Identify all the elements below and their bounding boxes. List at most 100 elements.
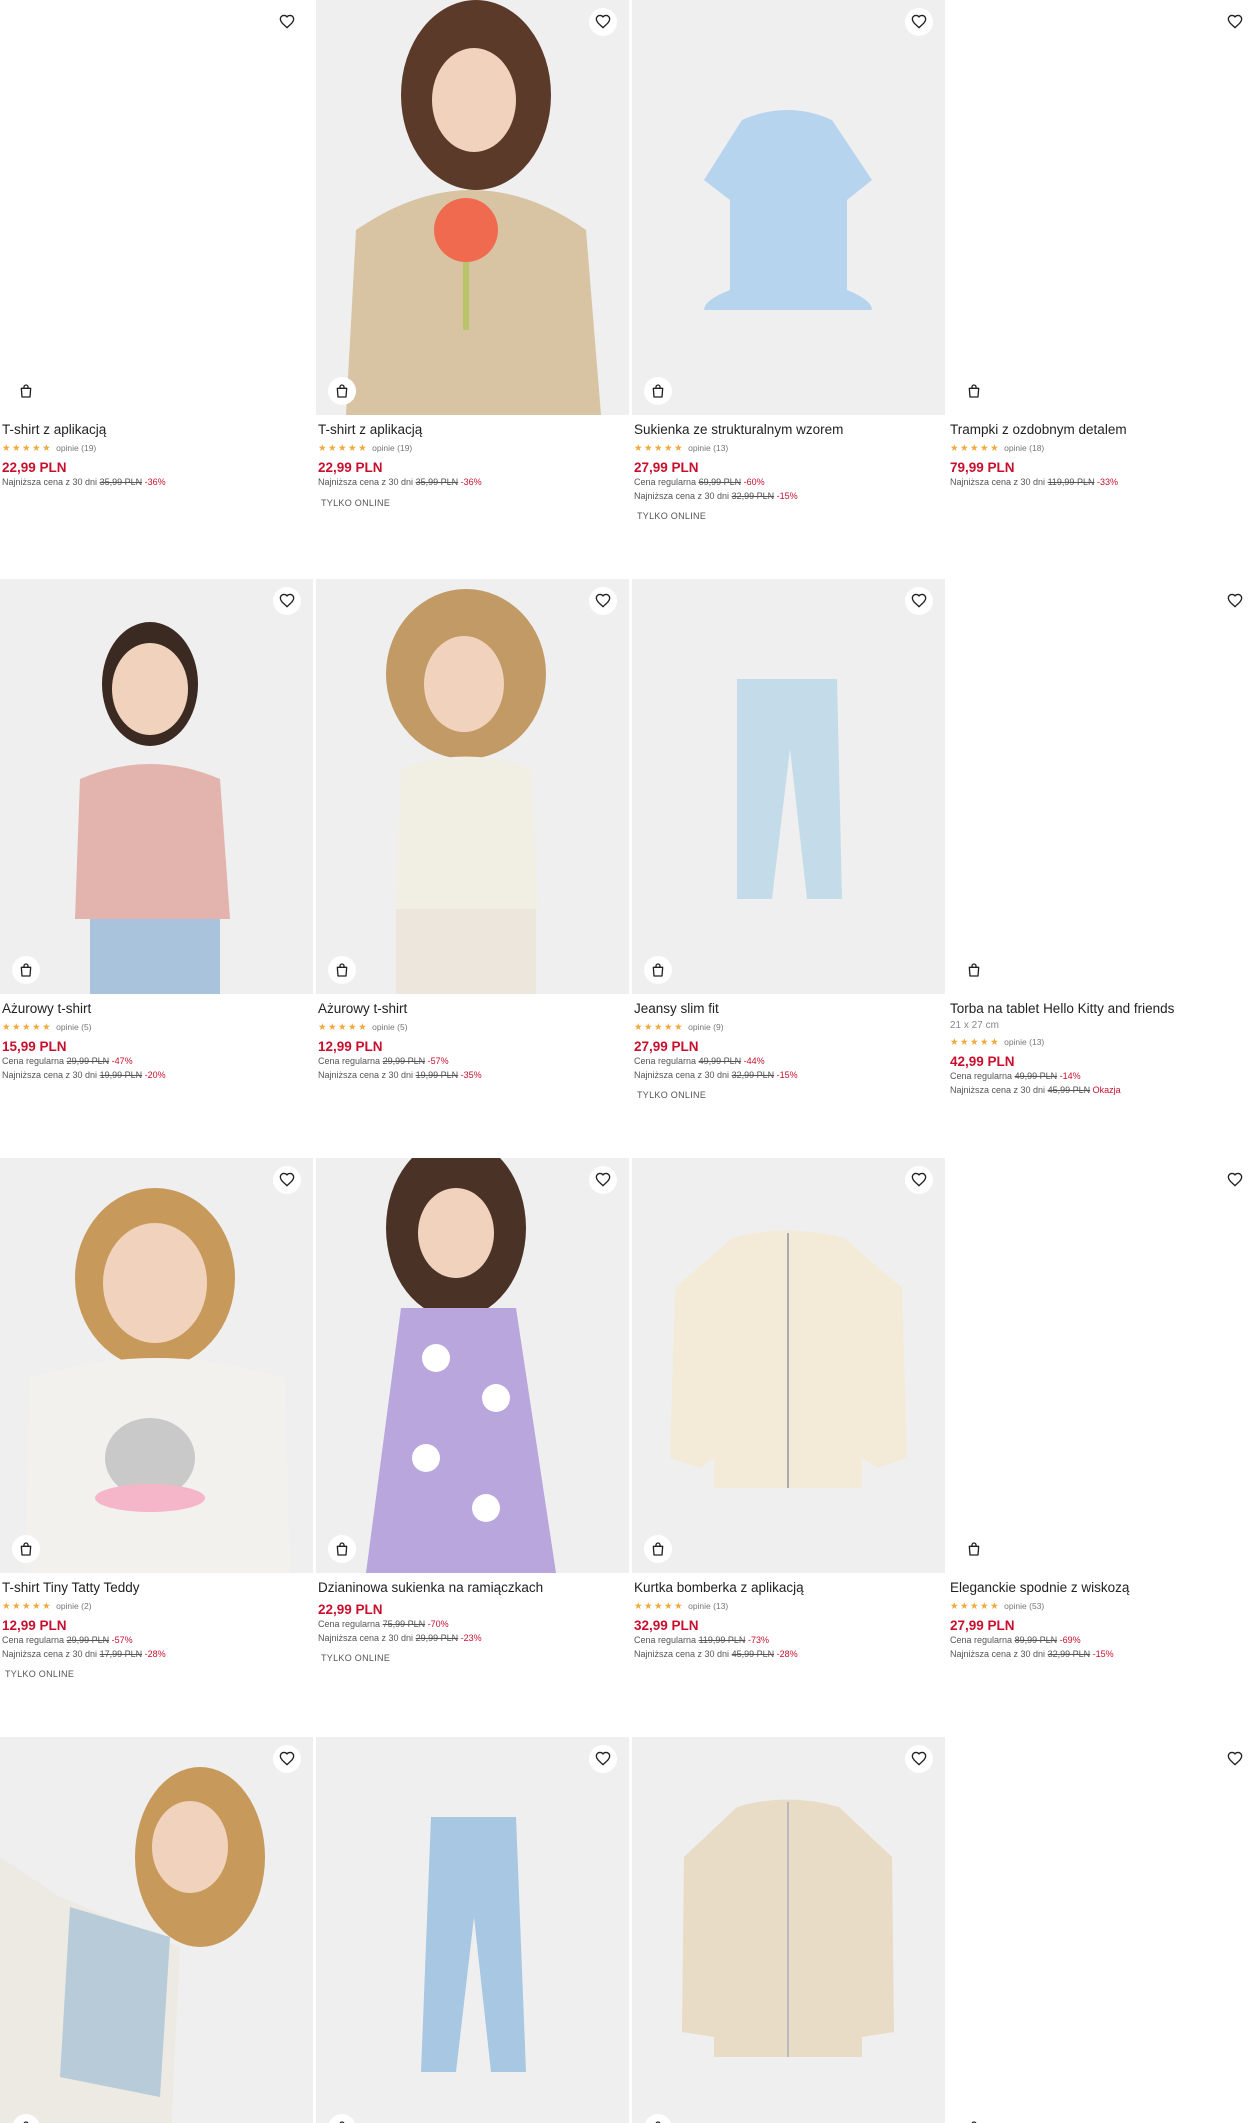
- add-to-cart-button[interactable]: [12, 956, 40, 984]
- add-to-wishlist-button[interactable]: [273, 1745, 301, 1773]
- product-grid: T-shirt z aplikacją ★★★★★ opinie (19) 22…: [0, 0, 1250, 2123]
- product-image[interactable]: [0, 0, 313, 415]
- product-card-2[interactable]: T-shirt z aplikacją ★★★★★ opinie (19) 22…: [316, 0, 629, 511]
- product-title[interactable]: Torba na tablet Hello Kitty and friends: [950, 1000, 1250, 1018]
- product-rating[interactable]: ★★★★★ opinie (19): [2, 441, 311, 455]
- product-rating[interactable]: ★★★★★ opinie (13): [634, 441, 943, 455]
- product-image[interactable]: [316, 0, 629, 415]
- lowest-price-line: Najniższa cena z 30 dni 32,99 PLN -15%: [634, 490, 943, 504]
- product-card-16[interactable]: [948, 1737, 1250, 2123]
- price-history: Cena regularna 29,99 PLN -57% Najniższa c…: [318, 1055, 627, 1082]
- lowest-price-line: Najniższa cena z 30 dni 29,99 PLN -23%: [318, 1632, 627, 1646]
- add-to-wishlist-button[interactable]: [905, 587, 933, 615]
- product-rating[interactable]: ★★★★★ opinie (13): [950, 1035, 1250, 1049]
- product-illustration: [316, 0, 629, 415]
- product-title[interactable]: T-shirt z aplikacją: [318, 421, 627, 439]
- product-card-1[interactable]: T-shirt z aplikacją ★★★★★ opinie (19) 22…: [0, 0, 313, 490]
- add-to-cart-button[interactable]: [12, 377, 40, 405]
- add-to-wishlist-button[interactable]: [589, 587, 617, 615]
- add-to-wishlist-button[interactable]: [1221, 1166, 1249, 1194]
- product-title[interactable]: Dzianinowa sukienka na ramiączkach: [318, 1579, 627, 1597]
- product-image[interactable]: [316, 1737, 629, 2123]
- product-title[interactable]: Kurtka bomberka z aplikacją: [634, 1579, 943, 1597]
- product-image[interactable]: [316, 1158, 629, 1573]
- heart-icon: [911, 1751, 927, 1767]
- product-image[interactable]: [948, 0, 1250, 415]
- product-info: Trampki z ozdobnym detalem ★★★★★ opinie …: [948, 415, 1250, 490]
- product-rating[interactable]: ★★★★★ opinie (18): [950, 441, 1250, 455]
- review-count: opinie (13): [1004, 1037, 1045, 1047]
- product-title[interactable]: T-shirt z aplikacją: [2, 421, 311, 439]
- product-card-6[interactable]: Ażurowy t-shirt ★★★★★ opinie (5) 12,99 P…: [316, 579, 629, 1082]
- product-title[interactable]: Trampki z ozdobnym detalem: [950, 421, 1250, 439]
- product-image[interactable]: [632, 0, 945, 415]
- product-image[interactable]: [948, 1158, 1250, 1573]
- product-title[interactable]: Jeansy slim fit: [634, 1000, 943, 1018]
- online-only-badge: TYLKO ONLINE: [321, 1653, 391, 1663]
- lowest-price-line: Najniższa cena z 30 dni 45,99 PLN -28%: [634, 1648, 943, 1662]
- product-image[interactable]: [632, 579, 945, 994]
- product-image[interactable]: [316, 579, 629, 994]
- product-image[interactable]: [0, 579, 313, 994]
- add-to-wishlist-button[interactable]: [589, 1166, 617, 1194]
- add-to-cart-button[interactable]: [960, 1535, 988, 1563]
- product-rating[interactable]: ★★★★★ opinie (53): [950, 1599, 1250, 1613]
- product-card-15[interactable]: [632, 1737, 945, 2123]
- product-image[interactable]: [0, 1158, 313, 1573]
- product-card-4[interactable]: Trampki z ozdobnym detalem ★★★★★ opinie …: [948, 0, 1250, 490]
- product-rating[interactable]: ★★★★★ opinie (5): [2, 1020, 311, 1034]
- product-title[interactable]: Eleganckie spodnie z wiskozą: [950, 1579, 1250, 1597]
- product-card-10[interactable]: Dzianinowa sukienka na ramiączkach 22,99…: [316, 1158, 629, 1666]
- product-card-8[interactable]: Torba na tablet Hello Kitty and friends …: [948, 579, 1250, 1097]
- product-price: 22,99 PLN: [318, 460, 383, 475]
- add-to-cart-button[interactable]: [960, 2114, 988, 2123]
- product-price: 79,99 PLN: [950, 460, 1015, 475]
- product-title[interactable]: Ażurowy t-shirt: [2, 1000, 311, 1018]
- add-to-cart-button[interactable]: [960, 377, 988, 405]
- product-card-11[interactable]: Kurtka bomberka z aplikacją ★★★★★ opinie…: [632, 1158, 945, 1661]
- add-to-wishlist-button[interactable]: [905, 1745, 933, 1773]
- discount-percent: -14%: [1059, 1071, 1081, 1081]
- product-image[interactable]: [948, 579, 1250, 994]
- add-to-cart-button[interactable]: [328, 1535, 356, 1563]
- product-card-7[interactable]: Jeansy slim fit ★★★★★ opinie (9) 27,99 P…: [632, 579, 945, 1103]
- add-to-wishlist-button[interactable]: [905, 1166, 933, 1194]
- add-to-wishlist-button[interactable]: [905, 8, 933, 36]
- product-rating[interactable]: ★★★★★ opinie (19): [318, 441, 627, 455]
- add-to-wishlist-button[interactable]: [273, 8, 301, 36]
- product-title[interactable]: Ażurowy t-shirt: [318, 1000, 627, 1018]
- add-to-wishlist-button[interactable]: [589, 1745, 617, 1773]
- product-rating[interactable]: ★★★★★ opinie (13): [634, 1599, 943, 1613]
- add-to-cart-button[interactable]: [328, 377, 356, 405]
- product-card-14[interactable]: [316, 1737, 629, 2123]
- price-line-label: Najniższa cena z 30 dni: [950, 477, 1046, 487]
- add-to-wishlist-button[interactable]: [273, 1166, 301, 1194]
- online-only-badge: TYLKO ONLINE: [5, 1669, 75, 1679]
- add-to-cart-button[interactable]: [12, 1535, 40, 1563]
- add-to-cart-button[interactable]: [960, 956, 988, 984]
- product-card-9[interactable]: T-shirt Tiny Tatty Teddy ★★★★★ opinie (2…: [0, 1158, 313, 1682]
- product-card-12[interactable]: Eleganckie spodnie z wiskozą ★★★★★ opini…: [948, 1158, 1250, 1661]
- product-image[interactable]: [0, 1737, 313, 2123]
- add-to-cart-button[interactable]: [328, 956, 356, 984]
- product-rating[interactable]: ★★★★★ opinie (5): [318, 1020, 627, 1034]
- product-title[interactable]: T-shirt Tiny Tatty Teddy: [2, 1579, 311, 1597]
- product-card-5[interactable]: Ażurowy t-shirt ★★★★★ opinie (5) 15,99 P…: [0, 579, 313, 1082]
- add-to-wishlist-button[interactable]: [1221, 587, 1249, 615]
- add-to-wishlist-button[interactable]: [1221, 8, 1249, 36]
- product-image[interactable]: [632, 1158, 945, 1573]
- add-to-wishlist-button[interactable]: [1221, 1745, 1249, 1773]
- add-to-cart-button[interactable]: [644, 956, 672, 984]
- add-to-cart-button[interactable]: [644, 1535, 672, 1563]
- product-rating[interactable]: ★★★★★ opinie (2): [2, 1599, 311, 1613]
- add-to-wishlist-button[interactable]: [589, 8, 617, 36]
- product-image[interactable]: [632, 1737, 945, 2123]
- product-title[interactable]: Sukienka ze strukturalnym wzorem: [634, 421, 943, 439]
- product-rating[interactable]: ★★★★★ opinie (9): [634, 1020, 943, 1034]
- product-card-13[interactable]: [0, 1737, 313, 2123]
- old-price: 49,99 PLN: [1014, 1071, 1058, 1081]
- product-card-3[interactable]: Sukienka ze strukturalnym wzorem ★★★★★ o…: [632, 0, 945, 524]
- product-image[interactable]: [948, 1737, 1250, 2123]
- add-to-wishlist-button[interactable]: [273, 587, 301, 615]
- add-to-cart-button[interactable]: [644, 377, 672, 405]
